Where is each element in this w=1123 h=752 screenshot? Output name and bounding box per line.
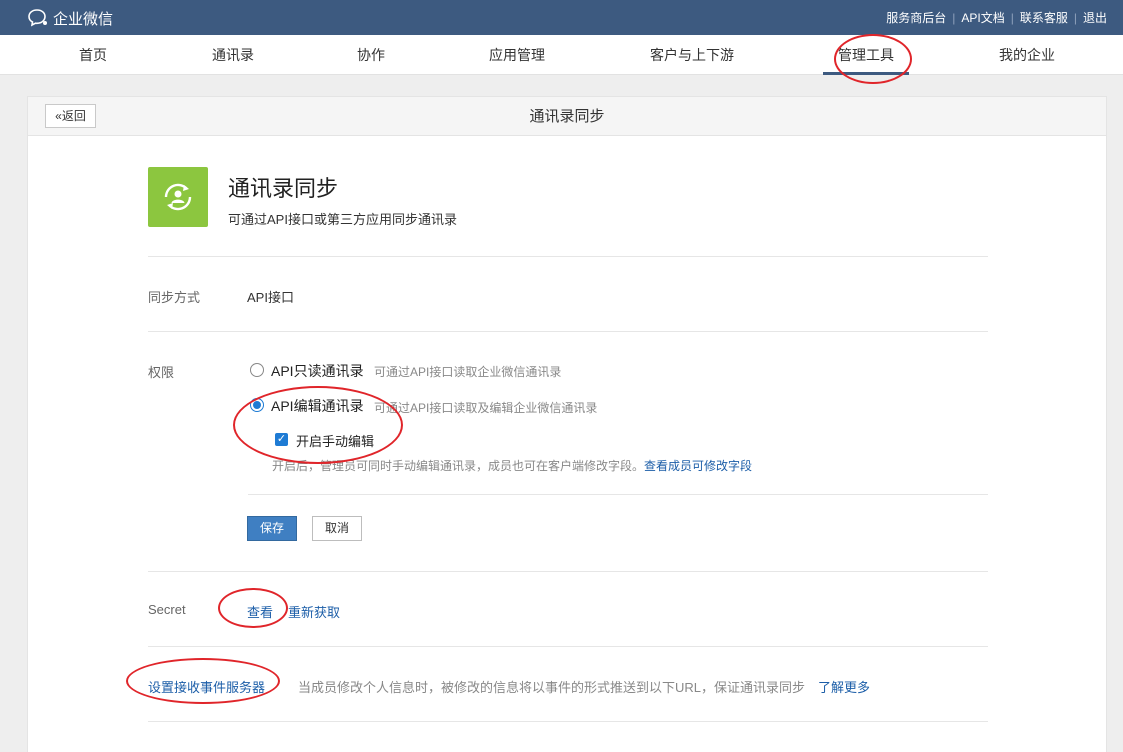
view-secret-link[interactable]: 查看 — [247, 602, 273, 621]
edit-radio[interactable] — [250, 398, 264, 412]
divider — [148, 256, 988, 257]
card-header: 通讯录同步 «返回 — [28, 97, 1106, 136]
logo[interactable]: 企业微信 — [27, 7, 113, 29]
divider — [248, 494, 988, 495]
app-name: 通讯录同步 — [228, 176, 339, 201]
readonly-radio[interactable] — [250, 363, 264, 377]
learn-more-link[interactable]: 了解更多 — [818, 677, 870, 696]
sync-method-value: API接口 — [247, 290, 294, 305]
contact-support-link[interactable]: 联系客服 — [1020, 9, 1068, 26]
main-nav: 首页 通讯录 协作 应用管理 客户与上下游 管理工具 我的企业 — [0, 35, 1123, 75]
tab-app-management[interactable]: 应用管理 — [474, 35, 560, 75]
tab-customers[interactable]: 客户与上下游 — [636, 35, 748, 75]
secret-label: Secret — [148, 602, 186, 617]
back-label: 返回 — [61, 109, 86, 123]
sync-user-icon — [164, 183, 192, 211]
api-docs-link[interactable]: API文档 — [961, 9, 1004, 26]
readonly-option-label[interactable]: API只读通讯录 — [271, 361, 364, 381]
top-links: 服务商后台 | API文档 | 联系客服 | 退出 — [886, 0, 1107, 35]
tab-my-enterprise[interactable]: 我的企业 — [984, 35, 1070, 75]
active-tab-indicator — [823, 72, 909, 75]
manual-edit-hint: 开启后，管理员可同时手动编辑通讯录，成员也可在客户端修改字段。查看成员可修改字段 — [272, 457, 752, 474]
separator: | — [1010, 10, 1014, 25]
event-server-desc: 当成员修改个人信息时，被修改的信息将以事件的形式推送到以下URL，保证通讯录同步 — [298, 680, 806, 695]
divider — [148, 331, 988, 332]
permission-label: 权限 — [148, 365, 175, 380]
separator: | — [1073, 10, 1077, 25]
logout-link[interactable]: 退出 — [1083, 9, 1107, 26]
separator: | — [952, 10, 956, 25]
logo-text: 企业微信 — [53, 10, 114, 28]
event-server-link[interactable]: 设置接收事件服务器 — [148, 677, 265, 696]
tab-collaboration[interactable]: 协作 — [338, 35, 404, 75]
divider — [148, 571, 988, 572]
content-card: 通讯录同步 «返回 通讯录同步 可通过API接口或第三方应用同步通讯录 同步方式… — [27, 96, 1107, 752]
save-button[interactable]: 保存 — [247, 516, 297, 541]
back-button[interactable]: «返回 — [45, 104, 96, 128]
app-icon — [148, 167, 208, 227]
app-description: 可通过API接口或第三方应用同步通讯录 — [228, 212, 457, 227]
edit-option-label[interactable]: API编辑通讯录 — [271, 396, 364, 416]
tab-contacts[interactable]: 通讯录 — [198, 35, 268, 75]
tab-management-tools[interactable]: 管理工具 — [823, 35, 909, 75]
view-editable-fields-link[interactable]: 查看成员可修改字段 — [644, 459, 752, 473]
tab-home[interactable]: 首页 — [60, 35, 126, 75]
edit-option-desc: 可通过API接口读取及编辑企业微信通讯录 — [374, 401, 598, 415]
chat-bubble-icon — [28, 9, 47, 27]
manual-edit-label[interactable]: 开启手动编辑 — [296, 431, 374, 450]
sync-method-label: 同步方式 — [148, 290, 201, 305]
hint-text: 开启后，管理员可同时手动编辑通讯录，成员也可在客户端修改字段。 — [272, 459, 645, 473]
divider — [148, 721, 988, 722]
manual-edit-checkbox[interactable]: ✓ — [275, 433, 288, 446]
cancel-button[interactable]: 取消 — [312, 516, 362, 541]
service-provider-link[interactable]: 服务商后台 — [886, 9, 946, 26]
top-bar: 企业微信 服务商后台 | API文档 | 联系客服 | 退出 — [0, 0, 1123, 35]
readonly-option-desc: 可通过API接口读取企业微信通讯录 — [374, 365, 562, 379]
double-chevron-left-icon: « — [55, 109, 62, 123]
refresh-secret-link[interactable]: 重新获取 — [288, 602, 340, 621]
page-title: 通讯录同步 — [529, 108, 605, 125]
divider — [148, 646, 988, 647]
